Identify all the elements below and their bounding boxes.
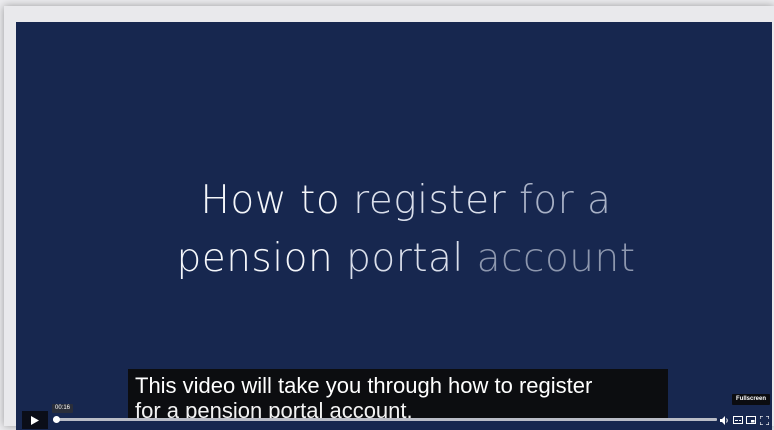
screenshot-frame: How to register for a pension portal acc… [4, 6, 774, 430]
title-line-2: pension portal account [16, 230, 772, 288]
play-icon [31, 415, 39, 425]
fullscreen-icon[interactable] [759, 415, 769, 425]
progress-scrubber[interactable] [53, 416, 60, 423]
title-word-for-a: for a [519, 178, 612, 223]
fullscreen-tooltip: Fullscreen [732, 394, 771, 405]
title-line-1: How to register for a [16, 172, 772, 230]
captions-icon[interactable] [733, 415, 743, 425]
title-word-register: register [353, 178, 520, 223]
picture-in-picture-icon[interactable] [746, 415, 756, 425]
title-word-pension: pension [176, 236, 347, 281]
caption-line-1: This video will take you through how to … [135, 373, 593, 398]
progress-bar[interactable] [53, 416, 717, 423]
video-controls-bar: 00:16 Fullscreen [16, 394, 772, 430]
video-title-slide: How to register for a pension portal acc… [16, 172, 772, 288]
volume-icon[interactable] [720, 415, 730, 425]
title-word-how-to: How to [200, 178, 354, 223]
play-button[interactable] [22, 411, 48, 429]
title-word-portal: portal [346, 236, 477, 281]
current-time-badge: 00:16 [52, 404, 74, 413]
title-word-account: account [476, 236, 636, 281]
video-player[interactable]: How to register for a pension portal acc… [16, 22, 772, 430]
